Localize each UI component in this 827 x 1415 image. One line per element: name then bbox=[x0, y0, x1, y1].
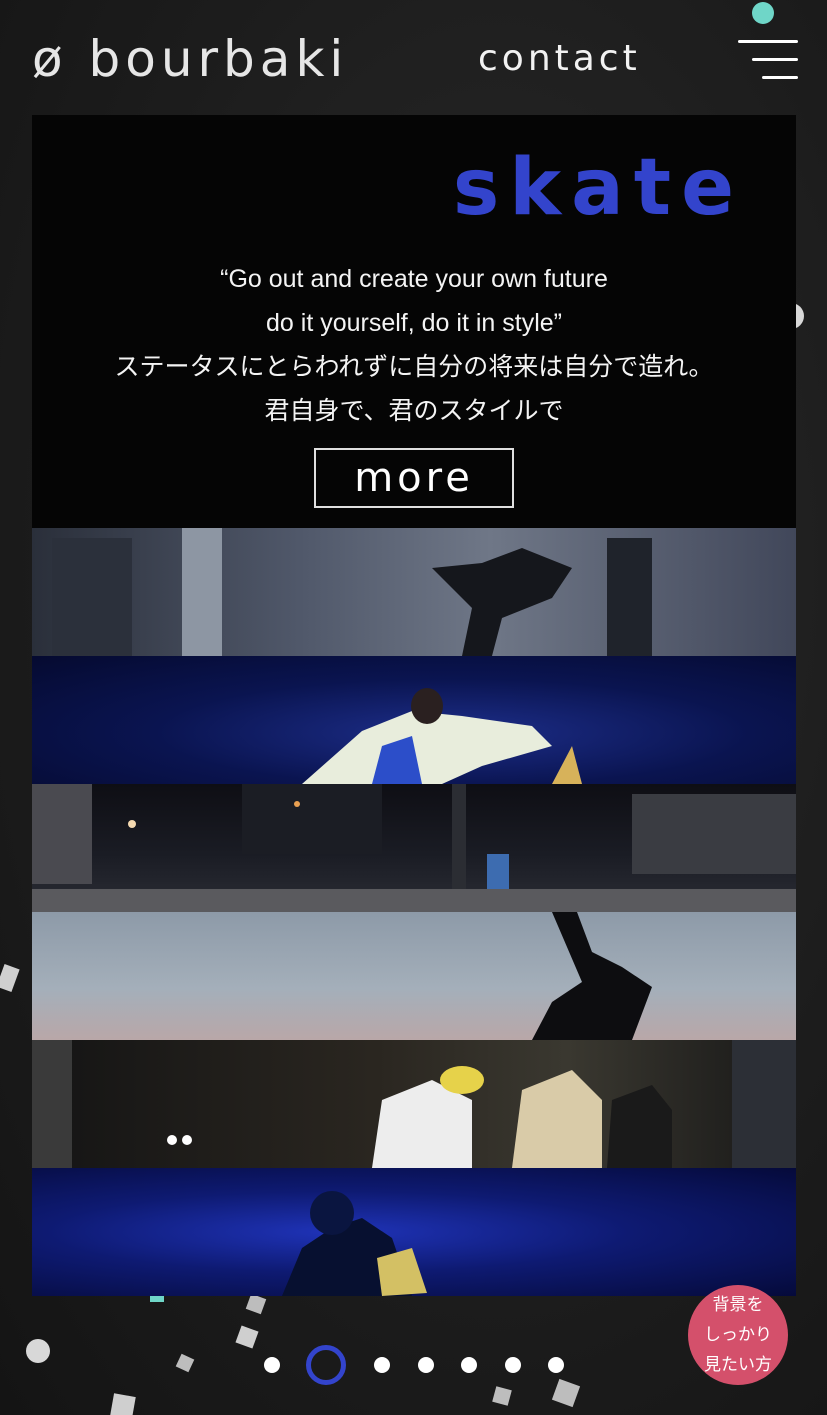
photo-strip bbox=[32, 528, 796, 656]
photo-strip-image bbox=[32, 1040, 796, 1168]
card-title: skate bbox=[452, 143, 744, 233]
photo-strip-image bbox=[32, 784, 796, 912]
show-background-button[interactable]: 背景を しっかり 見たい方 bbox=[688, 1285, 788, 1385]
pagination-dot-active[interactable] bbox=[306, 1345, 346, 1385]
quote-line: ステータスにとらわれずに自分の将来は自分で造れ。 bbox=[114, 353, 714, 381]
bg-button-line: 見たい方 bbox=[704, 1355, 772, 1375]
photo-strip-image bbox=[302, 688, 582, 784]
pagination-dot[interactable] bbox=[505, 1357, 521, 1373]
pagination-dot[interactable] bbox=[548, 1357, 564, 1373]
photo-strips bbox=[32, 528, 796, 1296]
photo-strip-image bbox=[532, 912, 652, 1040]
photo-strip bbox=[32, 656, 796, 784]
more-button[interactable]: more bbox=[314, 448, 514, 508]
photo-strip-image bbox=[282, 1191, 427, 1296]
photo-strip bbox=[32, 1040, 796, 1168]
pagination-dot[interactable] bbox=[461, 1357, 477, 1373]
quote-line: 君自身で、君のスタイルで bbox=[264, 397, 564, 425]
card-quote: “Go out and create your own future do it… bbox=[32, 257, 796, 433]
pagination-dot[interactable] bbox=[374, 1357, 390, 1373]
feature-card: skate “Go out and create your own future… bbox=[32, 115, 796, 528]
quote-line: “Go out and create your own future bbox=[220, 265, 608, 293]
pagination-dots bbox=[258, 1345, 578, 1385]
photo-strip bbox=[32, 784, 796, 912]
photo-strip bbox=[32, 1168, 796, 1296]
photo-strip bbox=[32, 912, 796, 1040]
bg-button-line: 背景を bbox=[712, 1295, 764, 1315]
pagination-dot[interactable] bbox=[418, 1357, 434, 1373]
photo-strip-image bbox=[52, 528, 652, 656]
pagination-dot[interactable] bbox=[264, 1357, 280, 1373]
bg-button-line: しっかり bbox=[704, 1325, 772, 1345]
quote-line: do it yourself, do it in style” bbox=[266, 309, 562, 337]
